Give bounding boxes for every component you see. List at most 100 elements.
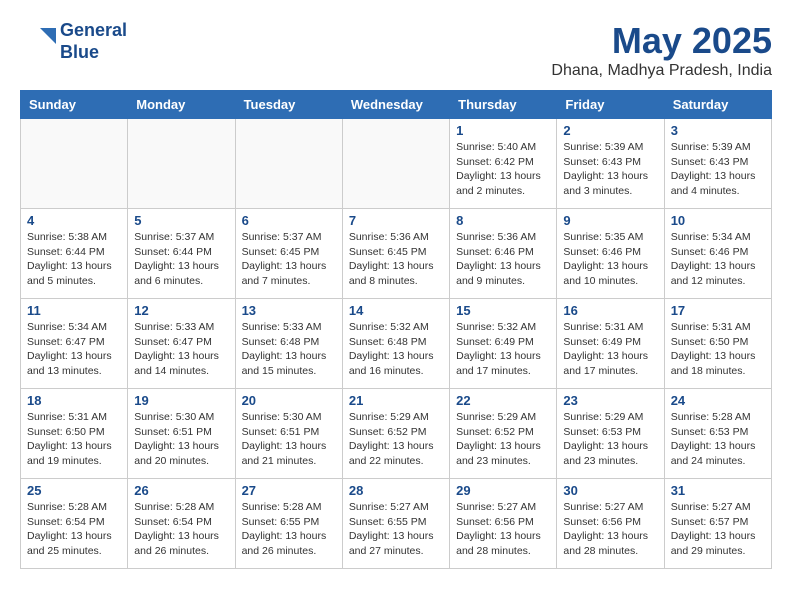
day-info: Sunrise: 5:29 AM Sunset: 6:53 PM Dayligh… xyxy=(563,410,657,469)
logo-line1: General xyxy=(60,20,127,42)
calendar-cell: 28Sunrise: 5:27 AM Sunset: 6:55 PM Dayli… xyxy=(342,479,449,569)
day-info: Sunrise: 5:31 AM Sunset: 6:49 PM Dayligh… xyxy=(563,320,657,379)
calendar-cell: 7Sunrise: 5:36 AM Sunset: 6:45 PM Daylig… xyxy=(342,209,449,299)
day-number: 22 xyxy=(456,393,550,408)
week-row-1: 1 Sunrise: 5:40 AM Sunset: 6:42 PM Daylig… xyxy=(21,119,772,209)
calendar-cell: 29 Sunrise: 5:27 AM Sunset: 6:56 PM Dayli… xyxy=(450,479,557,569)
calendar-header-thursday: Thursday xyxy=(450,91,557,119)
calendar-cell: 13 Sunrise: 5:33 AM Sunset: 6:48 PM Dayli… xyxy=(235,299,342,389)
day-info: Sunrise: 5:32 AM Sunset: 6:49 PM Dayligh… xyxy=(456,320,550,379)
calendar-cell: 4 Sunrise: 5:38 AM Sunset: 6:44 PM Daylig… xyxy=(21,209,128,299)
calendar-header-row: SundayMondayTuesdayWednesdayThursdayFrid… xyxy=(21,91,772,119)
day-number: 15 xyxy=(456,303,550,318)
calendar-cell xyxy=(21,119,128,209)
day-info: Sunrise: 5:39 AM Sunset: 6:43 PM Dayligh… xyxy=(671,140,765,199)
calendar-cell: 16Sunrise: 5:31 AM Sunset: 6:49 PM Dayli… xyxy=(557,299,664,389)
logo-line2: Blue xyxy=(60,42,127,64)
day-number: 28 xyxy=(349,483,443,498)
day-info: Sunrise: 5:35 AM Sunset: 6:46 PM Dayligh… xyxy=(563,230,657,289)
day-number: 26 xyxy=(134,483,228,498)
day-info: Sunrise: 5:37 AM Sunset: 6:44 PM Dayligh… xyxy=(134,230,228,289)
day-info: Sunrise: 5:34 AM Sunset: 6:46 PM Dayligh… xyxy=(671,230,765,289)
calendar-cell: 26Sunrise: 5:28 AM Sunset: 6:54 PM Dayli… xyxy=(128,479,235,569)
day-number: 27 xyxy=(242,483,336,498)
calendar-cell: 6Sunrise: 5:37 AM Sunset: 6:45 PM Daylig… xyxy=(235,209,342,299)
logo: General Blue xyxy=(20,20,127,63)
day-number: 13 xyxy=(242,303,336,318)
calendar-cell: 25 Sunrise: 5:28 AM Sunset: 6:54 PM Dayli… xyxy=(21,479,128,569)
day-number: 3 xyxy=(671,123,765,138)
logo-text: General Blue xyxy=(60,20,127,63)
day-info: Sunrise: 5:33 AM Sunset: 6:48 PM Dayligh… xyxy=(242,320,336,379)
calendar-cell: 22 Sunrise: 5:29 AM Sunset: 6:52 PM Dayli… xyxy=(450,389,557,479)
week-row-4: 18Sunrise: 5:31 AM Sunset: 6:50 PM Dayli… xyxy=(21,389,772,479)
day-info: Sunrise: 5:38 AM Sunset: 6:44 PM Dayligh… xyxy=(27,230,121,289)
day-number: 10 xyxy=(671,213,765,228)
calendar-cell: 21Sunrise: 5:29 AM Sunset: 6:52 PM Dayli… xyxy=(342,389,449,479)
calendar-header-saturday: Saturday xyxy=(664,91,771,119)
day-number: 4 xyxy=(27,213,121,228)
day-info: Sunrise: 5:40 AM Sunset: 6:42 PM Dayligh… xyxy=(456,140,550,199)
day-number: 19 xyxy=(134,393,228,408)
day-number: 21 xyxy=(349,393,443,408)
day-number: 12 xyxy=(134,303,228,318)
day-info: Sunrise: 5:31 AM Sunset: 6:50 PM Dayligh… xyxy=(671,320,765,379)
day-number: 5 xyxy=(134,213,228,228)
day-number: 9 xyxy=(563,213,657,228)
day-number: 14 xyxy=(349,303,443,318)
day-info: Sunrise: 5:28 AM Sunset: 6:55 PM Dayligh… xyxy=(242,500,336,559)
day-info: Sunrise: 5:39 AM Sunset: 6:43 PM Dayligh… xyxy=(563,140,657,199)
calendar-cell: 2 Sunrise: 5:39 AM Sunset: 6:43 PM Daylig… xyxy=(557,119,664,209)
day-number: 11 xyxy=(27,303,121,318)
day-info: Sunrise: 5:31 AM Sunset: 6:50 PM Dayligh… xyxy=(27,410,121,469)
calendar-header-sunday: Sunday xyxy=(21,91,128,119)
day-number: 29 xyxy=(456,483,550,498)
calendar-cell: 12 Sunrise: 5:33 AM Sunset: 6:47 PM Dayli… xyxy=(128,299,235,389)
calendar-cell: 10 Sunrise: 5:34 AM Sunset: 6:46 PM Dayli… xyxy=(664,209,771,299)
calendar-cell: 24 Sunrise: 5:28 AM Sunset: 6:53 PM Dayli… xyxy=(664,389,771,479)
calendar-cell: 1 Sunrise: 5:40 AM Sunset: 6:42 PM Daylig… xyxy=(450,119,557,209)
calendar-cell: 17Sunrise: 5:31 AM Sunset: 6:50 PM Dayli… xyxy=(664,299,771,389)
month-title: May 2025 xyxy=(551,20,772,62)
calendar-cell xyxy=(235,119,342,209)
day-info: Sunrise: 5:33 AM Sunset: 6:47 PM Dayligh… xyxy=(134,320,228,379)
day-info: Sunrise: 5:28 AM Sunset: 6:53 PM Dayligh… xyxy=(671,410,765,469)
calendar-cell: 15 Sunrise: 5:32 AM Sunset: 6:49 PM Dayli… xyxy=(450,299,557,389)
day-number: 30 xyxy=(563,483,657,498)
day-number: 1 xyxy=(456,123,550,138)
header: General Blue May 2025 Dhana, Madhya Prad… xyxy=(20,20,772,80)
day-number: 24 xyxy=(671,393,765,408)
week-row-5: 25 Sunrise: 5:28 AM Sunset: 6:54 PM Dayli… xyxy=(21,479,772,569)
logo-icon xyxy=(20,24,56,60)
week-row-3: 11Sunrise: 5:34 AM Sunset: 6:47 PM Dayli… xyxy=(21,299,772,389)
day-info: Sunrise: 5:27 AM Sunset: 6:57 PM Dayligh… xyxy=(671,500,765,559)
calendar: SundayMondayTuesdayWednesdayThursdayFrid… xyxy=(20,90,772,569)
day-info: Sunrise: 5:28 AM Sunset: 6:54 PM Dayligh… xyxy=(27,500,121,559)
calendar-cell: 20 Sunrise: 5:30 AM Sunset: 6:51 PM Dayli… xyxy=(235,389,342,479)
title-area: May 2025 Dhana, Madhya Pradesh, India xyxy=(551,20,772,80)
calendar-cell: 14 Sunrise: 5:32 AM Sunset: 6:48 PM Dayli… xyxy=(342,299,449,389)
calendar-header-tuesday: Tuesday xyxy=(235,91,342,119)
calendar-header-wednesday: Wednesday xyxy=(342,91,449,119)
calendar-header-monday: Monday xyxy=(128,91,235,119)
calendar-cell: 23 Sunrise: 5:29 AM Sunset: 6:53 PM Dayli… xyxy=(557,389,664,479)
day-number: 25 xyxy=(27,483,121,498)
location-title: Dhana, Madhya Pradesh, India xyxy=(551,62,772,80)
day-number: 23 xyxy=(563,393,657,408)
day-info: Sunrise: 5:36 AM Sunset: 6:46 PM Dayligh… xyxy=(456,230,550,289)
day-info: Sunrise: 5:29 AM Sunset: 6:52 PM Dayligh… xyxy=(456,410,550,469)
week-row-2: 4 Sunrise: 5:38 AM Sunset: 6:44 PM Daylig… xyxy=(21,209,772,299)
calendar-cell: 11Sunrise: 5:34 AM Sunset: 6:47 PM Dayli… xyxy=(21,299,128,389)
day-info: Sunrise: 5:30 AM Sunset: 6:51 PM Dayligh… xyxy=(242,410,336,469)
day-info: Sunrise: 5:37 AM Sunset: 6:45 PM Dayligh… xyxy=(242,230,336,289)
calendar-header-friday: Friday xyxy=(557,91,664,119)
day-info: Sunrise: 5:27 AM Sunset: 6:56 PM Dayligh… xyxy=(456,500,550,559)
day-number: 2 xyxy=(563,123,657,138)
day-number: 20 xyxy=(242,393,336,408)
calendar-cell xyxy=(342,119,449,209)
day-info: Sunrise: 5:36 AM Sunset: 6:45 PM Dayligh… xyxy=(349,230,443,289)
calendar-cell: 18Sunrise: 5:31 AM Sunset: 6:50 PM Dayli… xyxy=(21,389,128,479)
day-number: 31 xyxy=(671,483,765,498)
day-info: Sunrise: 5:32 AM Sunset: 6:48 PM Dayligh… xyxy=(349,320,443,379)
day-info: Sunrise: 5:30 AM Sunset: 6:51 PM Dayligh… xyxy=(134,410,228,469)
